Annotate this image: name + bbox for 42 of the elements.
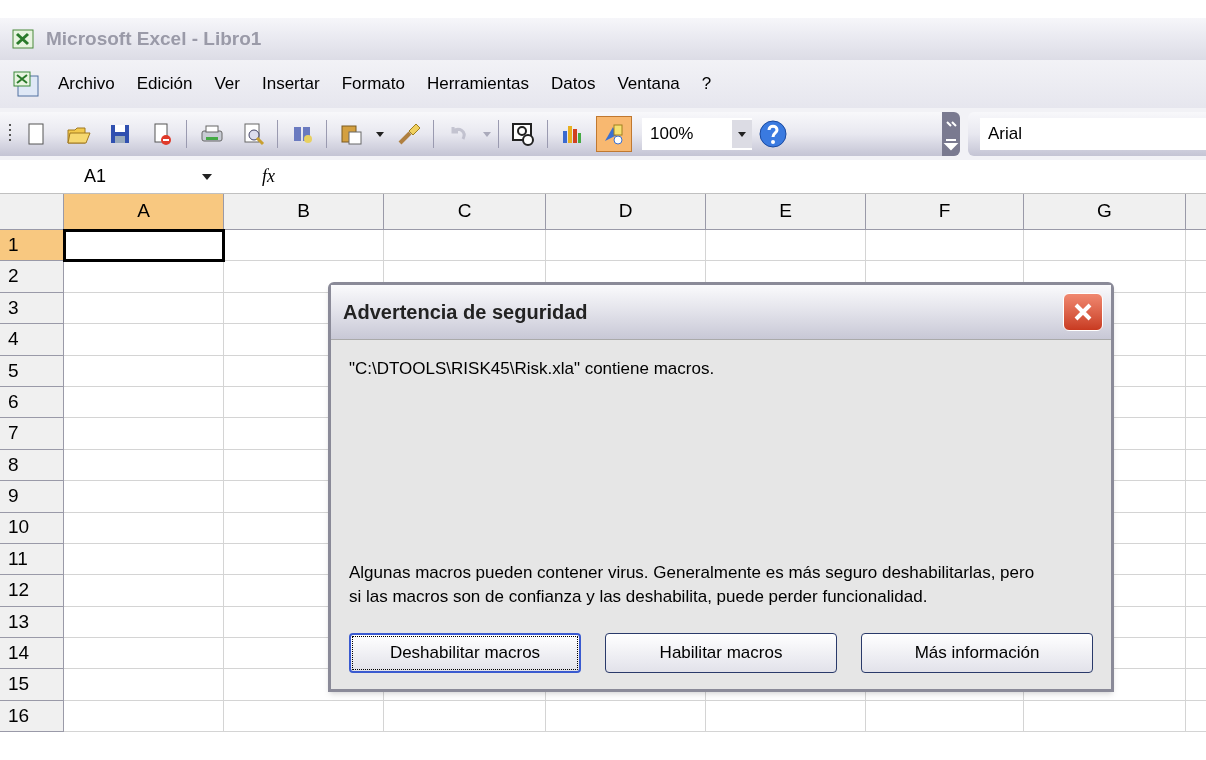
menu-item[interactable]: Edición bbox=[136, 71, 193, 97]
zoom-field[interactable]: 100% bbox=[642, 118, 752, 150]
column-header[interactable]: G bbox=[1024, 194, 1186, 230]
row-header[interactable]: 15 bbox=[0, 669, 64, 701]
window-title: Microsoft Excel - Libro1 bbox=[46, 26, 262, 51]
column-header[interactable]: C bbox=[384, 194, 546, 230]
warning-text: Algunas macros pueden contener virus. Generalmente es más seguro deshabilitarlas, pero si las macros son de confianza y las deshabilita, puede perder funcionalidad. bbox=[349, 562, 1036, 608]
menu-item[interactable]: Ventana bbox=[617, 71, 680, 97]
row-header[interactable]: 13 bbox=[0, 606, 64, 639]
row-header[interactable]: 14 bbox=[0, 638, 64, 670]
row-header[interactable]: 8 bbox=[0, 449, 64, 482]
function-button[interactable]: fx bbox=[262, 163, 275, 190]
menu-item[interactable]: ? bbox=[701, 71, 712, 97]
dialog-title: Advertencia de seguridad bbox=[343, 300, 588, 325]
dialog-button[interactable]: Deshabilitar macros bbox=[349, 633, 581, 673]
menu-item[interactable]: Herramientas bbox=[426, 71, 529, 97]
dialog-button[interactable]: Más información bbox=[861, 633, 1093, 673]
row-header[interactable]: 12 bbox=[0, 575, 64, 607]
column-header[interactable]: A bbox=[64, 194, 224, 230]
row-header[interactable]: 16 bbox=[0, 700, 64, 733]
row-header[interactable]: 9 bbox=[0, 481, 64, 513]
menu-item[interactable]: Datos bbox=[550, 71, 596, 97]
menu-item[interactable]: Archivo bbox=[58, 71, 115, 97]
row-header[interactable]: 2 bbox=[0, 261, 64, 293]
menu-item[interactable]: Formato bbox=[341, 71, 405, 97]
column-header[interactable]: F bbox=[866, 194, 1024, 230]
font-field[interactable]: Arial bbox=[980, 118, 1206, 150]
row-header[interactable]: 6 bbox=[0, 386, 64, 419]
row-header[interactable]: 4 bbox=[0, 324, 64, 356]
row-header[interactable]: 7 bbox=[0, 418, 64, 450]
file-message: "C:\DTOOLS\RISK45\Risk.xla" contiene macros. bbox=[349, 358, 715, 380]
row-header[interactable]: 3 bbox=[0, 292, 64, 325]
menu-item[interactable]: Ver bbox=[214, 71, 240, 97]
row-header[interactable]: 11 bbox=[0, 543, 64, 576]
row-header[interactable]: 1 bbox=[0, 230, 64, 262]
dialog-button[interactable]: Habilitar macros bbox=[605, 633, 837, 673]
column-header[interactable]: B bbox=[224, 194, 384, 230]
menu-item[interactable]: Insertar bbox=[262, 71, 320, 97]
row-header[interactable]: 5 bbox=[0, 355, 64, 387]
column-header[interactable]: D bbox=[546, 194, 706, 230]
row-header[interactable]: 10 bbox=[0, 512, 64, 544]
column-header[interactable]: E bbox=[706, 194, 866, 230]
